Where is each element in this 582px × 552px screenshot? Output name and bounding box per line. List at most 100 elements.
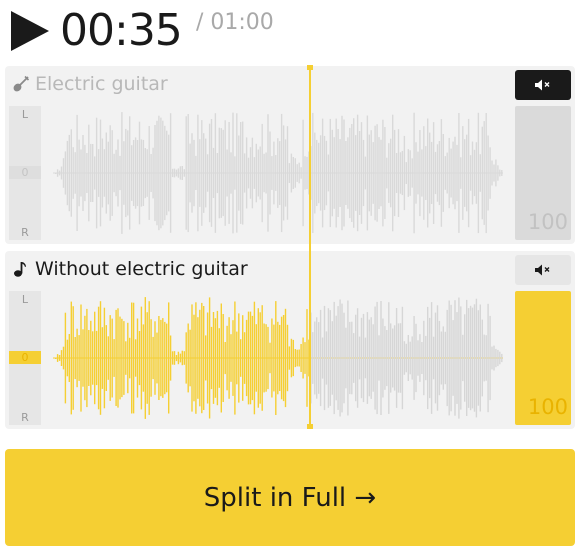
- track-electric-guitar: Electric guitar L 0 R 100: [5, 66, 575, 244]
- waveform-bar: [94, 156, 96, 190]
- waveform-bar: [337, 306, 339, 410]
- waveform-bar: [393, 129, 396, 217]
- waveform-bar: [438, 320, 441, 396]
- playhead-top-handle[interactable]: [307, 65, 313, 70]
- waveform-bar: [481, 319, 483, 397]
- mute-button[interactable]: [515, 255, 571, 285]
- waveform-bar: [257, 149, 259, 197]
- waveform-bar: [448, 300, 450, 416]
- music-note-icon: [11, 259, 31, 279]
- pan-center-label: 0: [9, 166, 41, 179]
- split-in-full-button[interactable]: Split in Full →: [5, 449, 575, 546]
- waveform-bar: [282, 315, 285, 402]
- waveform-bar: [368, 319, 370, 397]
- waveform-bar: [220, 128, 222, 218]
- waveform-bar: [286, 126, 289, 220]
- waveform-bar: [208, 123, 211, 223]
- volume-slider[interactable]: 100: [515, 291, 571, 425]
- waveform-bar: [123, 141, 125, 205]
- waveform-bar: [169, 113, 172, 233]
- waveform-bar: [70, 301, 72, 415]
- waveform-bar: [234, 301, 236, 415]
- waveform-bar: [411, 158, 413, 188]
- waveform-bar: [72, 306, 74, 410]
- playhead[interactable]: [307, 65, 313, 429]
- pan-slider[interactable]: L 0 R: [9, 106, 41, 240]
- waveform-bar: [440, 119, 443, 227]
- waveform-bar: [228, 317, 230, 399]
- waveform-bar: [88, 330, 90, 386]
- waveform-bar: [144, 148, 146, 199]
- waveform-bar: [409, 341, 411, 375]
- waveform-bar: [399, 152, 402, 194]
- waveform-bar: [415, 142, 417, 204]
- waveform-bar: [425, 146, 427, 200]
- waveform-bar: [318, 322, 320, 394]
- waveform-bar: [56, 354, 59, 362]
- waveform-bar: [162, 318, 164, 398]
- waveform-bar: [343, 119, 345, 227]
- volume-slider[interactable]: 100: [515, 106, 571, 240]
- waveform-bar: [193, 139, 195, 207]
- play-button[interactable]: [8, 9, 52, 53]
- waveform-bar: [460, 306, 462, 410]
- waveform-bar: [442, 326, 444, 390]
- playhead-bottom-handle[interactable]: [307, 424, 313, 429]
- waveform-bar: [358, 131, 361, 215]
- waveform-bar: [64, 312, 67, 404]
- waveform-bar: [388, 302, 390, 414]
- waveform-bar: [212, 147, 215, 198]
- waveform-bar: [195, 302, 197, 414]
- waveform[interactable]: [49, 293, 507, 423]
- waveform-bar: [218, 328, 220, 388]
- mute-button[interactable]: [515, 70, 571, 100]
- waveform-bar: [495, 348, 497, 368]
- waveform-bar: [90, 320, 92, 396]
- waveform-bar: [372, 324, 374, 392]
- waveform-bar: [88, 124, 90, 222]
- waveform-bar: [105, 325, 107, 391]
- waveform-bar: [56, 169, 59, 177]
- pan-slider[interactable]: L 0 R: [9, 291, 41, 425]
- waveform-bar: [253, 157, 256, 189]
- waveform-bar: [405, 343, 407, 373]
- waveform-bar: [499, 351, 501, 365]
- waveform-bar: [117, 308, 119, 408]
- waveform-bar: [90, 143, 92, 202]
- waveform-bar: [469, 155, 472, 191]
- waveform-bar: [220, 303, 222, 413]
- waveform-bar: [210, 326, 213, 390]
- waveform-bar: [70, 129, 72, 217]
- waveform-bar: [331, 321, 333, 395]
- player-header: 00:35: [8, 6, 183, 56]
- waveform-bar: [337, 129, 339, 217]
- waveform-bar: [119, 316, 121, 400]
- waveform-bar: [493, 164, 495, 182]
- waveform-bar: [115, 309, 117, 406]
- waveform[interactable]: [49, 108, 507, 238]
- waveform-bar: [438, 141, 441, 206]
- waveform-bar: [230, 334, 232, 382]
- waveform-bar: [158, 316, 160, 400]
- waveform-bar: [407, 335, 409, 381]
- waveform-bar: [489, 315, 491, 401]
- track-label: Electric guitar: [35, 73, 168, 95]
- waveform-bar: [403, 341, 406, 375]
- waveform-bar: [199, 139, 201, 207]
- waveform-bar: [501, 170, 503, 176]
- waveform-bar: [251, 137, 254, 209]
- waveform-bar: [370, 317, 372, 399]
- waveform-bar: [444, 156, 446, 190]
- waveform-bar: [452, 141, 454, 205]
- waveform-bar: [92, 144, 94, 202]
- waveform-bar: [302, 119, 304, 227]
- waveform-bar: [284, 139, 287, 207]
- waveform-bar: [279, 141, 281, 205]
- waveform-bar: [444, 331, 446, 385]
- waveform-bar: [273, 324, 275, 392]
- waveform-bar: [245, 137, 248, 209]
- waveform-bar: [162, 120, 164, 226]
- waveform-bar: [55, 358, 57, 359]
- waveform-bar: [136, 140, 139, 207]
- waveform-bar: [66, 339, 69, 377]
